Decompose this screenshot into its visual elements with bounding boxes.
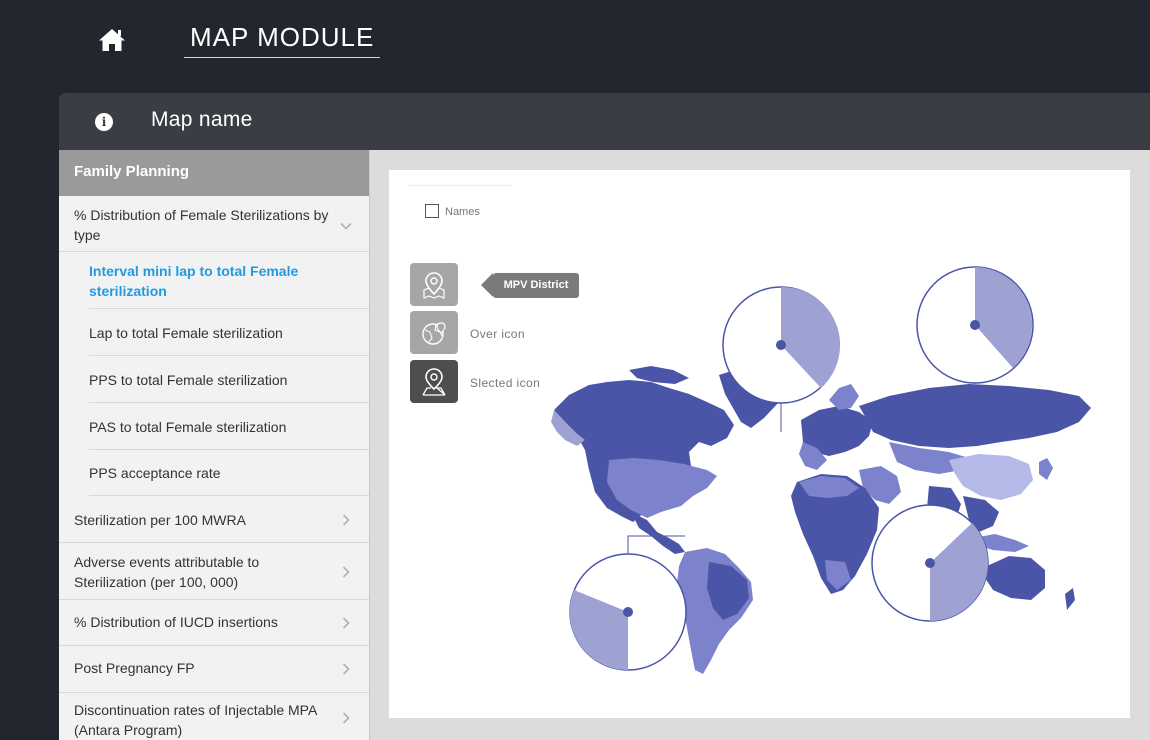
sidebar-item-label: Lap to total Female sterilization bbox=[89, 325, 283, 341]
sidebar-item-label: % Distribution of Female Sterilizations … bbox=[74, 207, 329, 243]
sidebar-item-interval-mini-lap[interactable]: Interval mini lap to total Female steril… bbox=[89, 252, 369, 309]
region-scandinavia bbox=[829, 384, 859, 410]
sidebar-item-label: Interval mini lap to total Female steril… bbox=[89, 263, 299, 299]
over-icon-label: Over icon bbox=[470, 327, 525, 341]
chevron-right-icon bbox=[339, 711, 353, 725]
top-bar: MAP MODULE bbox=[0, 0, 1150, 93]
sidebar-item-pps-acceptance[interactable]: PPS acceptance rate bbox=[89, 450, 369, 496]
panel-header: i Map name bbox=[59, 93, 1150, 150]
sidebar-item-sterilization-per-100[interactable]: Sterilization per 100 MWRA bbox=[59, 496, 369, 543]
sidebar-item-discontinuation-rates[interactable]: Discontinuation rates of Injectable MPA … bbox=[59, 693, 369, 740]
world-map[interactable] bbox=[389, 170, 1130, 718]
sidebar-item-label: Sterilization per 100 MWRA bbox=[74, 512, 246, 528]
region-new-zealand bbox=[1065, 588, 1075, 610]
pie-chart-south-america[interactable] bbox=[569, 535, 687, 671]
mpv-district-tooltip: MPV District bbox=[481, 273, 579, 298]
chevron-right-icon bbox=[339, 513, 353, 527]
sidebar-item-iucd-insertions[interactable]: % Distribution of IUCD insertions bbox=[59, 600, 369, 646]
sidebar-item-label: Post Pregnancy FP bbox=[74, 660, 195, 676]
home-icon[interactable] bbox=[96, 24, 128, 56]
indicator-sidebar: Family Planning % Distribution of Female… bbox=[59, 150, 370, 740]
sidebar-item-label: Adverse events attributable to Steriliza… bbox=[74, 554, 260, 590]
region-mexico bbox=[631, 512, 685, 554]
info-icon[interactable]: i bbox=[95, 113, 113, 131]
sidebar-item-label: Discontinuation rates of Injectable MPA … bbox=[74, 702, 317, 738]
category-header[interactable]: Family Planning bbox=[59, 150, 369, 196]
region-japan bbox=[1039, 458, 1053, 480]
sidebar-item-adverse-events[interactable]: Adverse events attributable to Steriliza… bbox=[59, 543, 369, 600]
chevron-right-icon bbox=[339, 565, 353, 579]
sidebar-item-label: % Distribution of IUCD insertions bbox=[74, 614, 278, 630]
region-russia bbox=[859, 384, 1091, 448]
globe-pin-icon[interactable] bbox=[410, 311, 458, 354]
pie-chart-russia[interactable] bbox=[916, 266, 1034, 384]
map-panel: i Map name Family Planning % Distributio… bbox=[59, 93, 1150, 740]
sidebar-item-female-sterilizations[interactable]: % Distribution of Female Sterilizations … bbox=[59, 196, 369, 252]
sidebar-item-post-pregnancy-fp[interactable]: Post Pregnancy FP bbox=[59, 646, 369, 693]
chevron-down-icon bbox=[339, 219, 353, 233]
map-pin-icon[interactable] bbox=[410, 263, 458, 306]
region-australia bbox=[985, 556, 1045, 600]
map-canvas[interactable]: Names MPV District Over icon Slected ico… bbox=[389, 170, 1130, 718]
location-pin-icon[interactable] bbox=[410, 360, 458, 403]
selected-icon-label: Slected icon bbox=[470, 376, 541, 390]
map-name-title: Map name bbox=[151, 108, 253, 131]
region-china bbox=[949, 454, 1033, 500]
sidebar-item-pas[interactable]: PAS to total Female sterilization bbox=[89, 403, 369, 450]
sidebar-item-lap[interactable]: Lap to total Female sterilization bbox=[89, 309, 369, 356]
chevron-right-icon bbox=[339, 616, 353, 630]
sidebar-item-label: PPS to total Female sterilization bbox=[89, 372, 288, 388]
module-title: MAP MODULE bbox=[184, 22, 381, 58]
sidebar-item-label: PPS acceptance rate bbox=[89, 465, 221, 481]
sidebar-item-pps[interactable]: PPS to total Female sterilization bbox=[89, 356, 369, 403]
sidebar-item-label: PAS to total Female sterilization bbox=[89, 419, 287, 435]
pie-chart-india[interactable] bbox=[871, 504, 989, 622]
chevron-right-icon bbox=[339, 662, 353, 676]
